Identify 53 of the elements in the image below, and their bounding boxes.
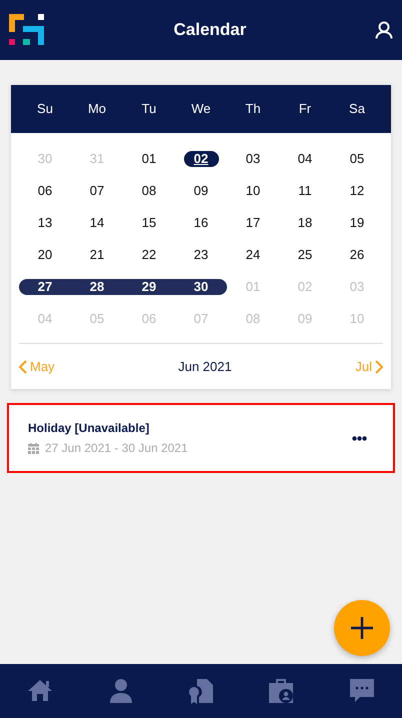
event-title: Holiday [Unavailable] (28, 420, 150, 437)
day-cell[interactable]: 09 (194, 183, 208, 199)
logo-icon (9, 12, 45, 48)
day-cell[interactable]: 28 (90, 279, 104, 295)
day-cell[interactable]: 25 (298, 247, 312, 263)
more-icon[interactable] (352, 436, 367, 440)
day-cell[interactable]: 29 (142, 279, 156, 295)
day-cell[interactable]: 06 (38, 183, 52, 199)
day-cell[interactable]: 17 (246, 215, 260, 231)
day-cell[interactable]: 18 (298, 215, 312, 231)
chevron-right-icon (375, 360, 383, 374)
weekday-label: Su (36, 100, 54, 118)
day-cell[interactable]: 11 (298, 183, 312, 199)
weekday-label: Sa (348, 100, 366, 118)
day-cell[interactable]: 13 (38, 215, 52, 231)
weekday-label: Th (244, 100, 262, 118)
add-button[interactable] (334, 600, 390, 656)
chat-icon[interactable] (348, 677, 376, 705)
day-cell[interactable]: 10 (246, 183, 260, 199)
day-cell[interactable]: 19 (350, 215, 364, 231)
day-cell[interactable]: 22 (142, 247, 156, 263)
calendar-icon (28, 442, 39, 454)
day-cell[interactable]: 23 (194, 247, 208, 263)
day-cell[interactable]: 08 (142, 183, 156, 199)
weekday-label: Mo (86, 100, 108, 118)
day-cell[interactable]: 03 (246, 151, 260, 167)
day-cell[interactable]: 07 (90, 183, 104, 199)
day-cell[interactable]: 01 (142, 151, 156, 167)
certificate-icon[interactable] (186, 677, 215, 705)
user-icon[interactable] (375, 21, 393, 39)
weekday-label: Tu (140, 100, 158, 118)
chevron-left-icon (19, 360, 27, 374)
day-cell[interactable]: 26 (350, 247, 364, 263)
day-cell[interactable]: 02 (184, 151, 218, 167)
day-cell[interactable]: 12 (350, 183, 364, 199)
day-cell[interactable]: 16 (194, 215, 208, 231)
event-card[interactable]: Holiday [Unavailable] 27 Jun 2021 - 30 Jun 2021 (7, 403, 395, 473)
day-cell[interactable]: 30 (194, 279, 208, 295)
day-cell[interactable]: 15 (142, 215, 156, 231)
day-cell[interactable]: 04 (298, 151, 312, 167)
day-cell[interactable]: 20 (38, 247, 52, 263)
page-title: Calendar (174, 19, 246, 42)
day-cell[interactable]: 24 (246, 247, 260, 263)
plus-icon (350, 616, 374, 640)
weekday-label: We (190, 100, 212, 118)
day-cell[interactable]: 05 (350, 151, 364, 167)
event-dates: 27 Jun 2021 - 30 Jun 2021 (45, 440, 188, 457)
briefcase-icon[interactable] (267, 677, 296, 705)
month-label: Jun 2021 (178, 358, 232, 376)
day-cell[interactable]: 21 (90, 247, 104, 263)
day-cell[interactable]: 27 (38, 279, 52, 295)
weekday-label: Fr (298, 100, 312, 118)
day-cell[interactable]: 14 (90, 215, 104, 231)
